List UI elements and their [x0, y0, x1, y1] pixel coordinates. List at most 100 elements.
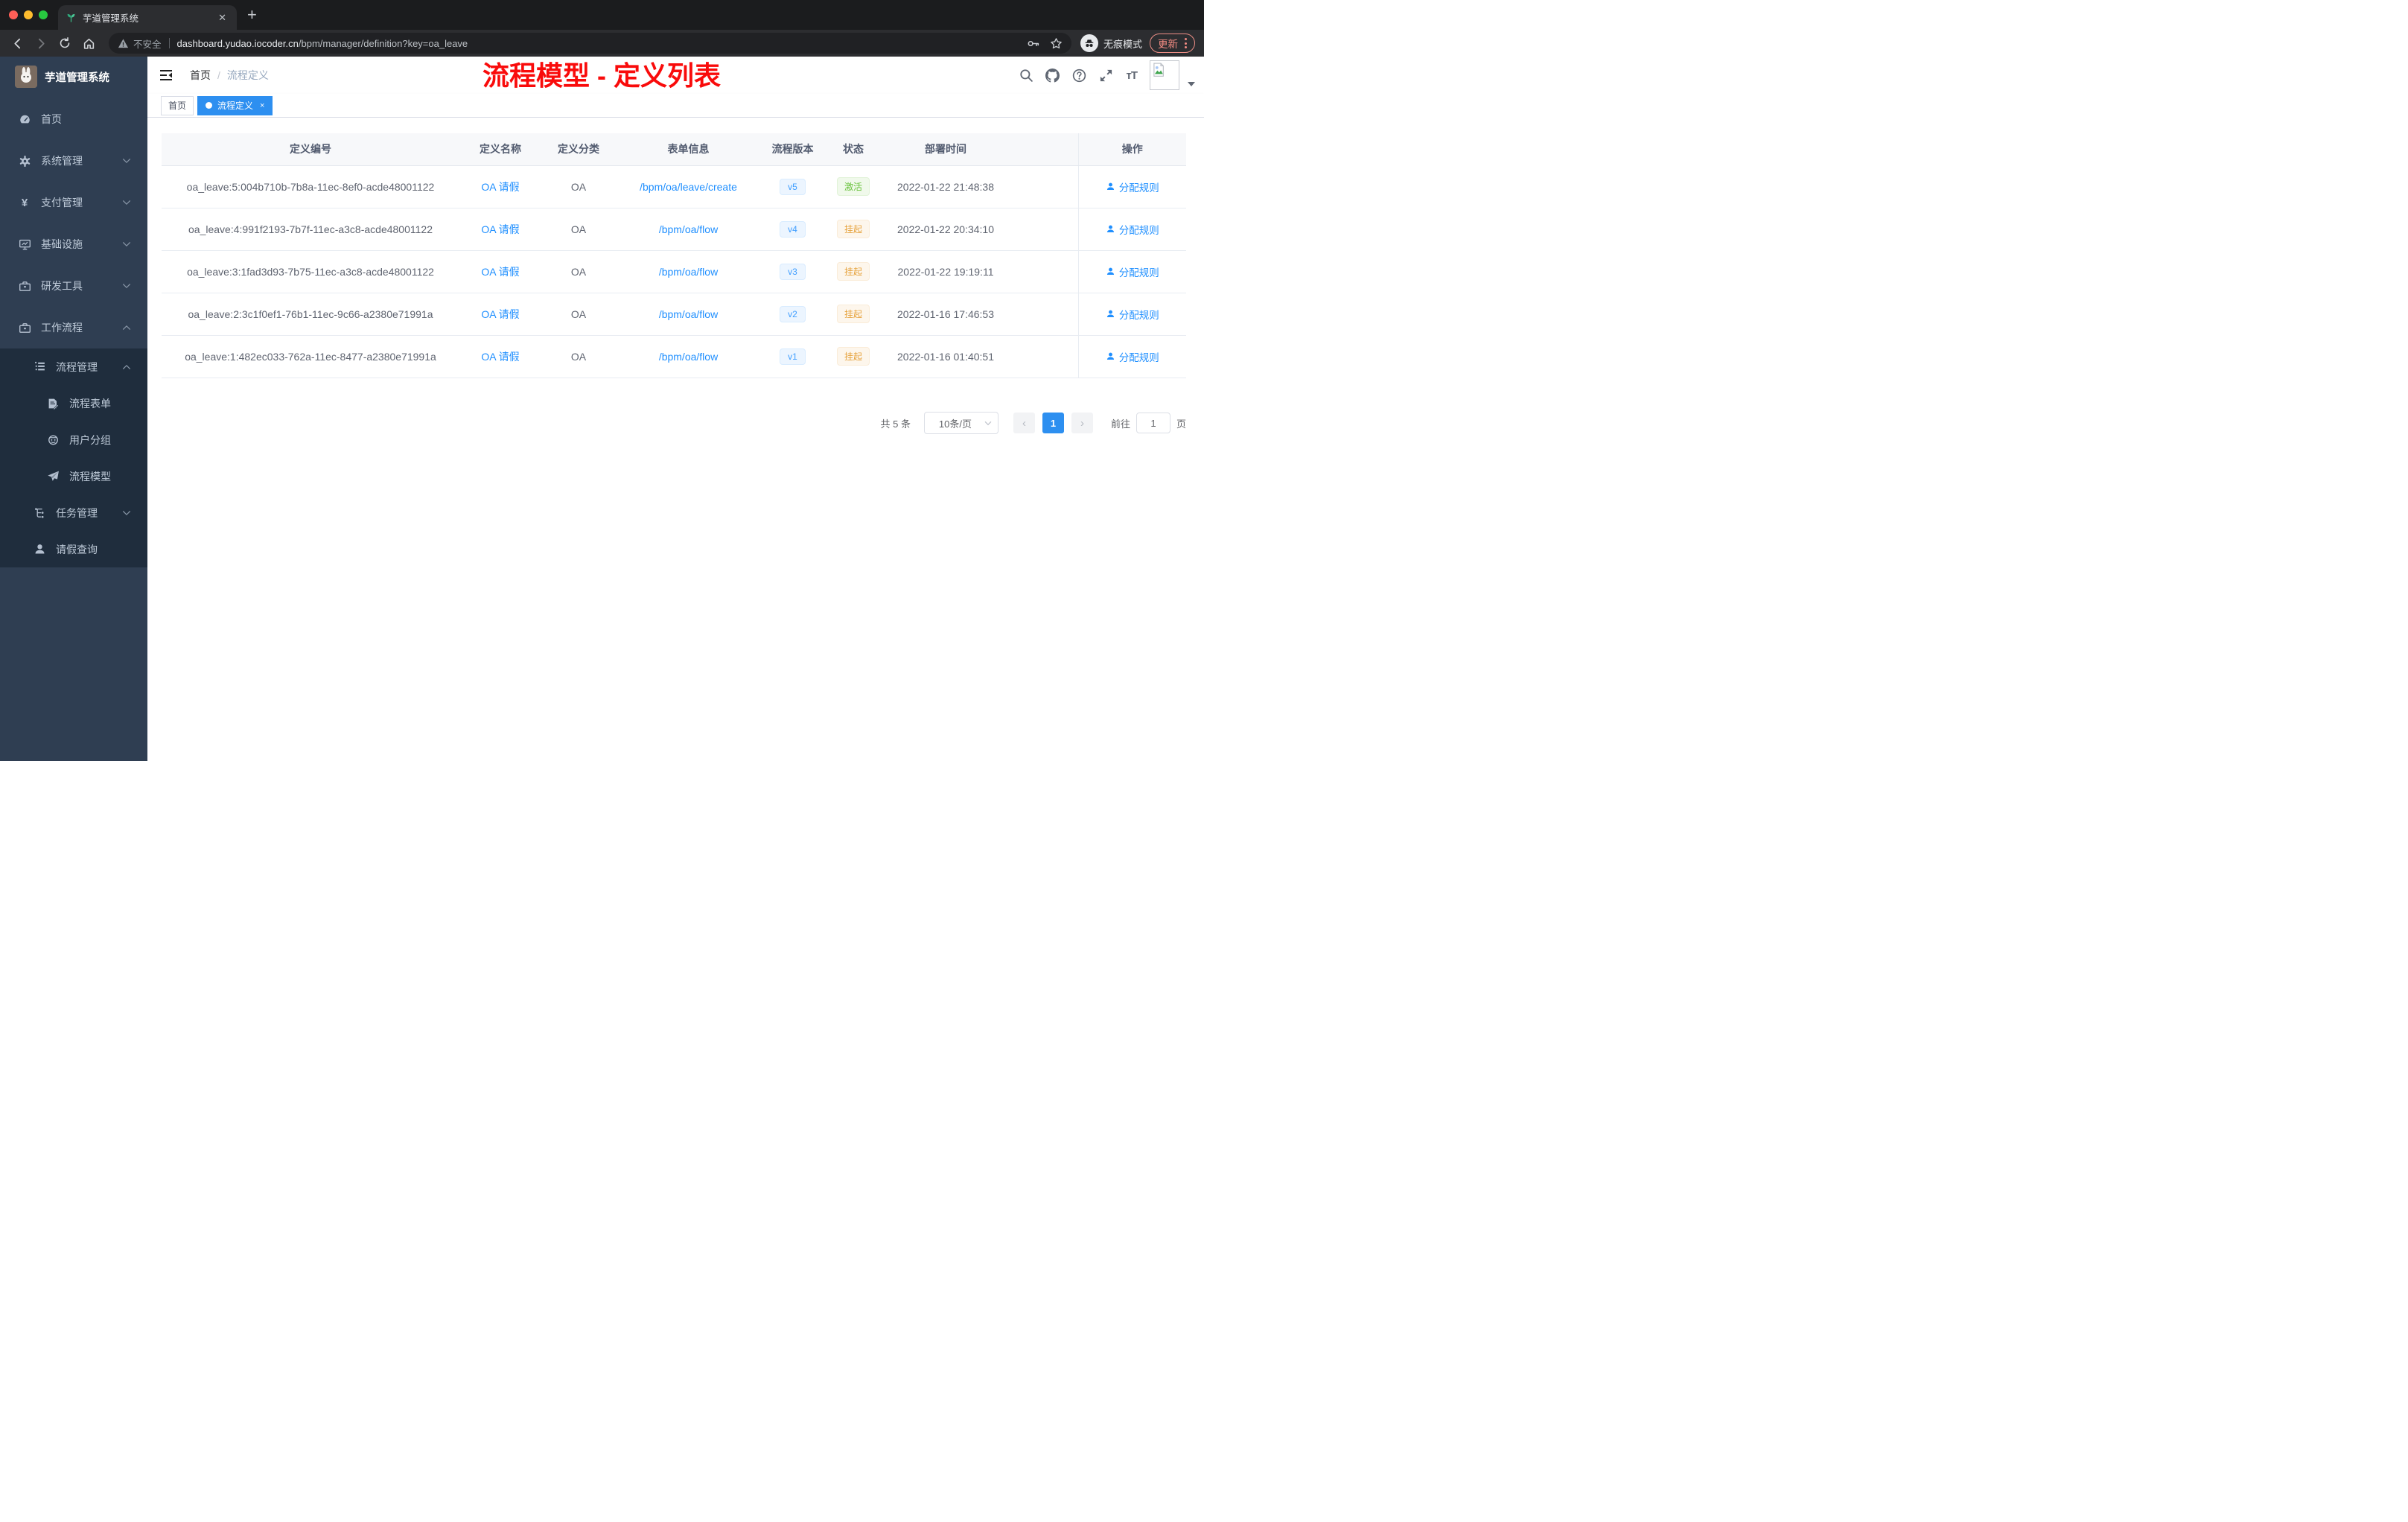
- warning-triangle-icon: [118, 38, 129, 49]
- cell-definition-id: oa_leave:3:1fad3d93-7b75-11ec-a3c8-acde4…: [162, 250, 459, 293]
- status-badge: 挂起: [836, 347, 870, 366]
- gear-icon: [18, 154, 31, 168]
- cell-deploy-time: 2022-01-22 21:48:38: [882, 165, 1009, 208]
- person-icon: [1106, 352, 1114, 360]
- col-form-info: 表单信息: [616, 133, 761, 166]
- avatar[interactable]: [1150, 60, 1179, 90]
- tab-close-icon[interactable]: ✕: [215, 12, 229, 24]
- chevron-down-icon: [122, 510, 131, 516]
- assign-rule-link[interactable]: 分配规则: [1106, 307, 1159, 322]
- font-size-icon[interactable]: ᴛT: [1126, 69, 1137, 82]
- definition-name-link[interactable]: OA 请假: [481, 266, 519, 278]
- assign-rule-link[interactable]: 分配规则: [1106, 349, 1159, 364]
- cell-category: OA: [541, 293, 616, 336]
- page-size-select[interactable]: 10条/页: [923, 412, 998, 434]
- chevron-up-icon: [122, 364, 131, 370]
- tag-home[interactable]: 首页: [161, 95, 194, 115]
- pagination-total: 共 5 条: [880, 418, 911, 430]
- navbar-actions: ᴛT: [1019, 60, 1204, 90]
- hamburger-icon[interactable]: [159, 68, 173, 83]
- goto-page-input[interactable]: [1135, 413, 1170, 433]
- sidebar-item-task-management[interactable]: 任务管理: [0, 494, 147, 531]
- url-bar[interactable]: 不安全 dashboard.yudao.iocoder.cn/bpm/manag…: [109, 33, 1071, 54]
- definition-name-link[interactable]: OA 请假: [481, 223, 519, 235]
- status-badge: 挂起: [836, 220, 870, 238]
- new-tab-button[interactable]: +: [247, 3, 257, 27]
- reload-icon[interactable]: [55, 34, 74, 53]
- col-definition-id: 定义编号: [162, 133, 459, 166]
- user-group-icon: [46, 433, 60, 447]
- form-info-link[interactable]: /bpm/oa/flow: [659, 266, 718, 278]
- back-icon[interactable]: [7, 34, 27, 53]
- col-definition-category: 定义分类: [541, 133, 616, 166]
- browser-toolbar: 不安全 dashboard.yudao.iocoder.cn/bpm/manag…: [0, 30, 1204, 57]
- sidebar-item-payment[interactable]: ¥ 支付管理: [0, 182, 147, 223]
- person-icon: [1106, 225, 1114, 233]
- security-label[interactable]: 不安全: [133, 36, 162, 51]
- sidebar-item-process-model[interactable]: 流程模型: [0, 458, 147, 494]
- github-icon[interactable]: [1045, 68, 1060, 83]
- version-badge: v4: [780, 220, 806, 238]
- sidebar-item-leave-query[interactable]: 请假查询: [0, 531, 147, 567]
- zoom-window-button[interactable]: [39, 10, 48, 19]
- form-info-link[interactable]: /bpm/oa/flow: [659, 308, 718, 320]
- col-filler: [1009, 133, 1078, 166]
- definition-name-link[interactable]: OA 请假: [481, 308, 519, 320]
- form-info-link[interactable]: /bpm/oa/leave/create: [640, 181, 737, 193]
- seedling-favicon-icon: [66, 12, 77, 23]
- url-input[interactable]: dashboard.yudao.iocoder.cn/bpm/manager/d…: [177, 38, 468, 49]
- tag-active-dot: [206, 102, 213, 109]
- home-icon[interactable]: [79, 34, 98, 53]
- pagination: 共 5 条 10条/页 ‹ 1 › 前往 页: [880, 411, 1186, 435]
- url-host: dashboard.yudao.iocoder.cn: [176, 37, 299, 49]
- help-icon[interactable]: [1072, 69, 1086, 83]
- tab-title: 芋道管理系统: [83, 13, 139, 24]
- search-icon[interactable]: [1019, 69, 1033, 82]
- current-page-button[interactable]: 1: [1042, 413, 1064, 433]
- avatar-broken-image-icon: [1153, 63, 1164, 77]
- forward-icon[interactable]: [31, 34, 51, 53]
- sidebar-item-process-form[interactable]: 流程表单: [0, 385, 147, 421]
- monitor-icon: [18, 238, 31, 251]
- browser-tab[interactable]: 芋道管理系统 ✕: [58, 5, 237, 30]
- col-action: 操作: [1077, 133, 1186, 166]
- table-row: oa_leave:1:482ec033-762a-11ec-8477-a2380…: [162, 335, 1186, 378]
- bookmark-star-icon[interactable]: [1050, 37, 1063, 50]
- sidebar-item-workflow[interactable]: 工作流程: [0, 307, 147, 348]
- fullscreen-icon[interactable]: [1099, 69, 1113, 83]
- definition-name-link[interactable]: OA 请假: [481, 351, 519, 363]
- traffic-lights: [9, 10, 48, 19]
- sidebar-item-dev-tools[interactable]: 研发工具: [0, 265, 147, 307]
- key-icon[interactable]: [1027, 37, 1039, 50]
- tag-process-definition[interactable]: 流程定义 ×: [197, 95, 273, 115]
- version-badge: v1: [780, 348, 806, 365]
- sidebar-item-infrastructure[interactable]: 基础设施: [0, 223, 147, 265]
- form-info-link[interactable]: /bpm/oa/flow: [659, 223, 718, 235]
- browser-update-button[interactable]: 更新: [1150, 34, 1195, 53]
- avatar-caret-icon: [1188, 82, 1195, 86]
- sidebar-logo[interactable]: 芋道管理系统: [0, 57, 147, 97]
- incognito-badge: 无痕模式: [1080, 34, 1142, 52]
- page-unit-label: 页: [1176, 418, 1186, 430]
- definition-name-link[interactable]: OA 请假: [481, 181, 519, 193]
- browser-chrome: 芋道管理系统 ✕ + 不安全 dashboard.yudao.iocoder.c…: [0, 0, 1204, 57]
- next-page-button[interactable]: ›: [1071, 413, 1093, 433]
- sidebar-item-process-management[interactable]: 流程管理: [0, 348, 147, 385]
- workflow-submenu: 流程管理 流程表单 用户分组 流程模型 任务管理 请假查询: [0, 348, 147, 567]
- tag-close-icon[interactable]: ×: [260, 101, 264, 110]
- sidebar-item-system[interactable]: 系统管理: [0, 140, 147, 182]
- breadcrumb-current: 流程定义: [226, 69, 269, 81]
- chevron-down-icon: [122, 158, 131, 164]
- sidebar-item-user-group[interactable]: 用户分组: [0, 421, 147, 458]
- breadcrumb-home[interactable]: 首页: [190, 68, 211, 83]
- assign-rule-link[interactable]: 分配规则: [1106, 179, 1159, 194]
- cell-category: OA: [541, 250, 616, 293]
- form-info-link[interactable]: /bpm/oa/flow: [659, 351, 718, 363]
- assign-rule-link[interactable]: 分配规则: [1106, 222, 1159, 237]
- assign-rule-link[interactable]: 分配规则: [1106, 264, 1159, 279]
- col-deploy-time: 部署时间: [882, 133, 1009, 166]
- prev-page-button[interactable]: ‹: [1013, 413, 1035, 433]
- close-window-button[interactable]: [9, 10, 18, 19]
- minimize-window-button[interactable]: [24, 10, 33, 19]
- sidebar-item-home[interactable]: 首页: [0, 98, 147, 140]
